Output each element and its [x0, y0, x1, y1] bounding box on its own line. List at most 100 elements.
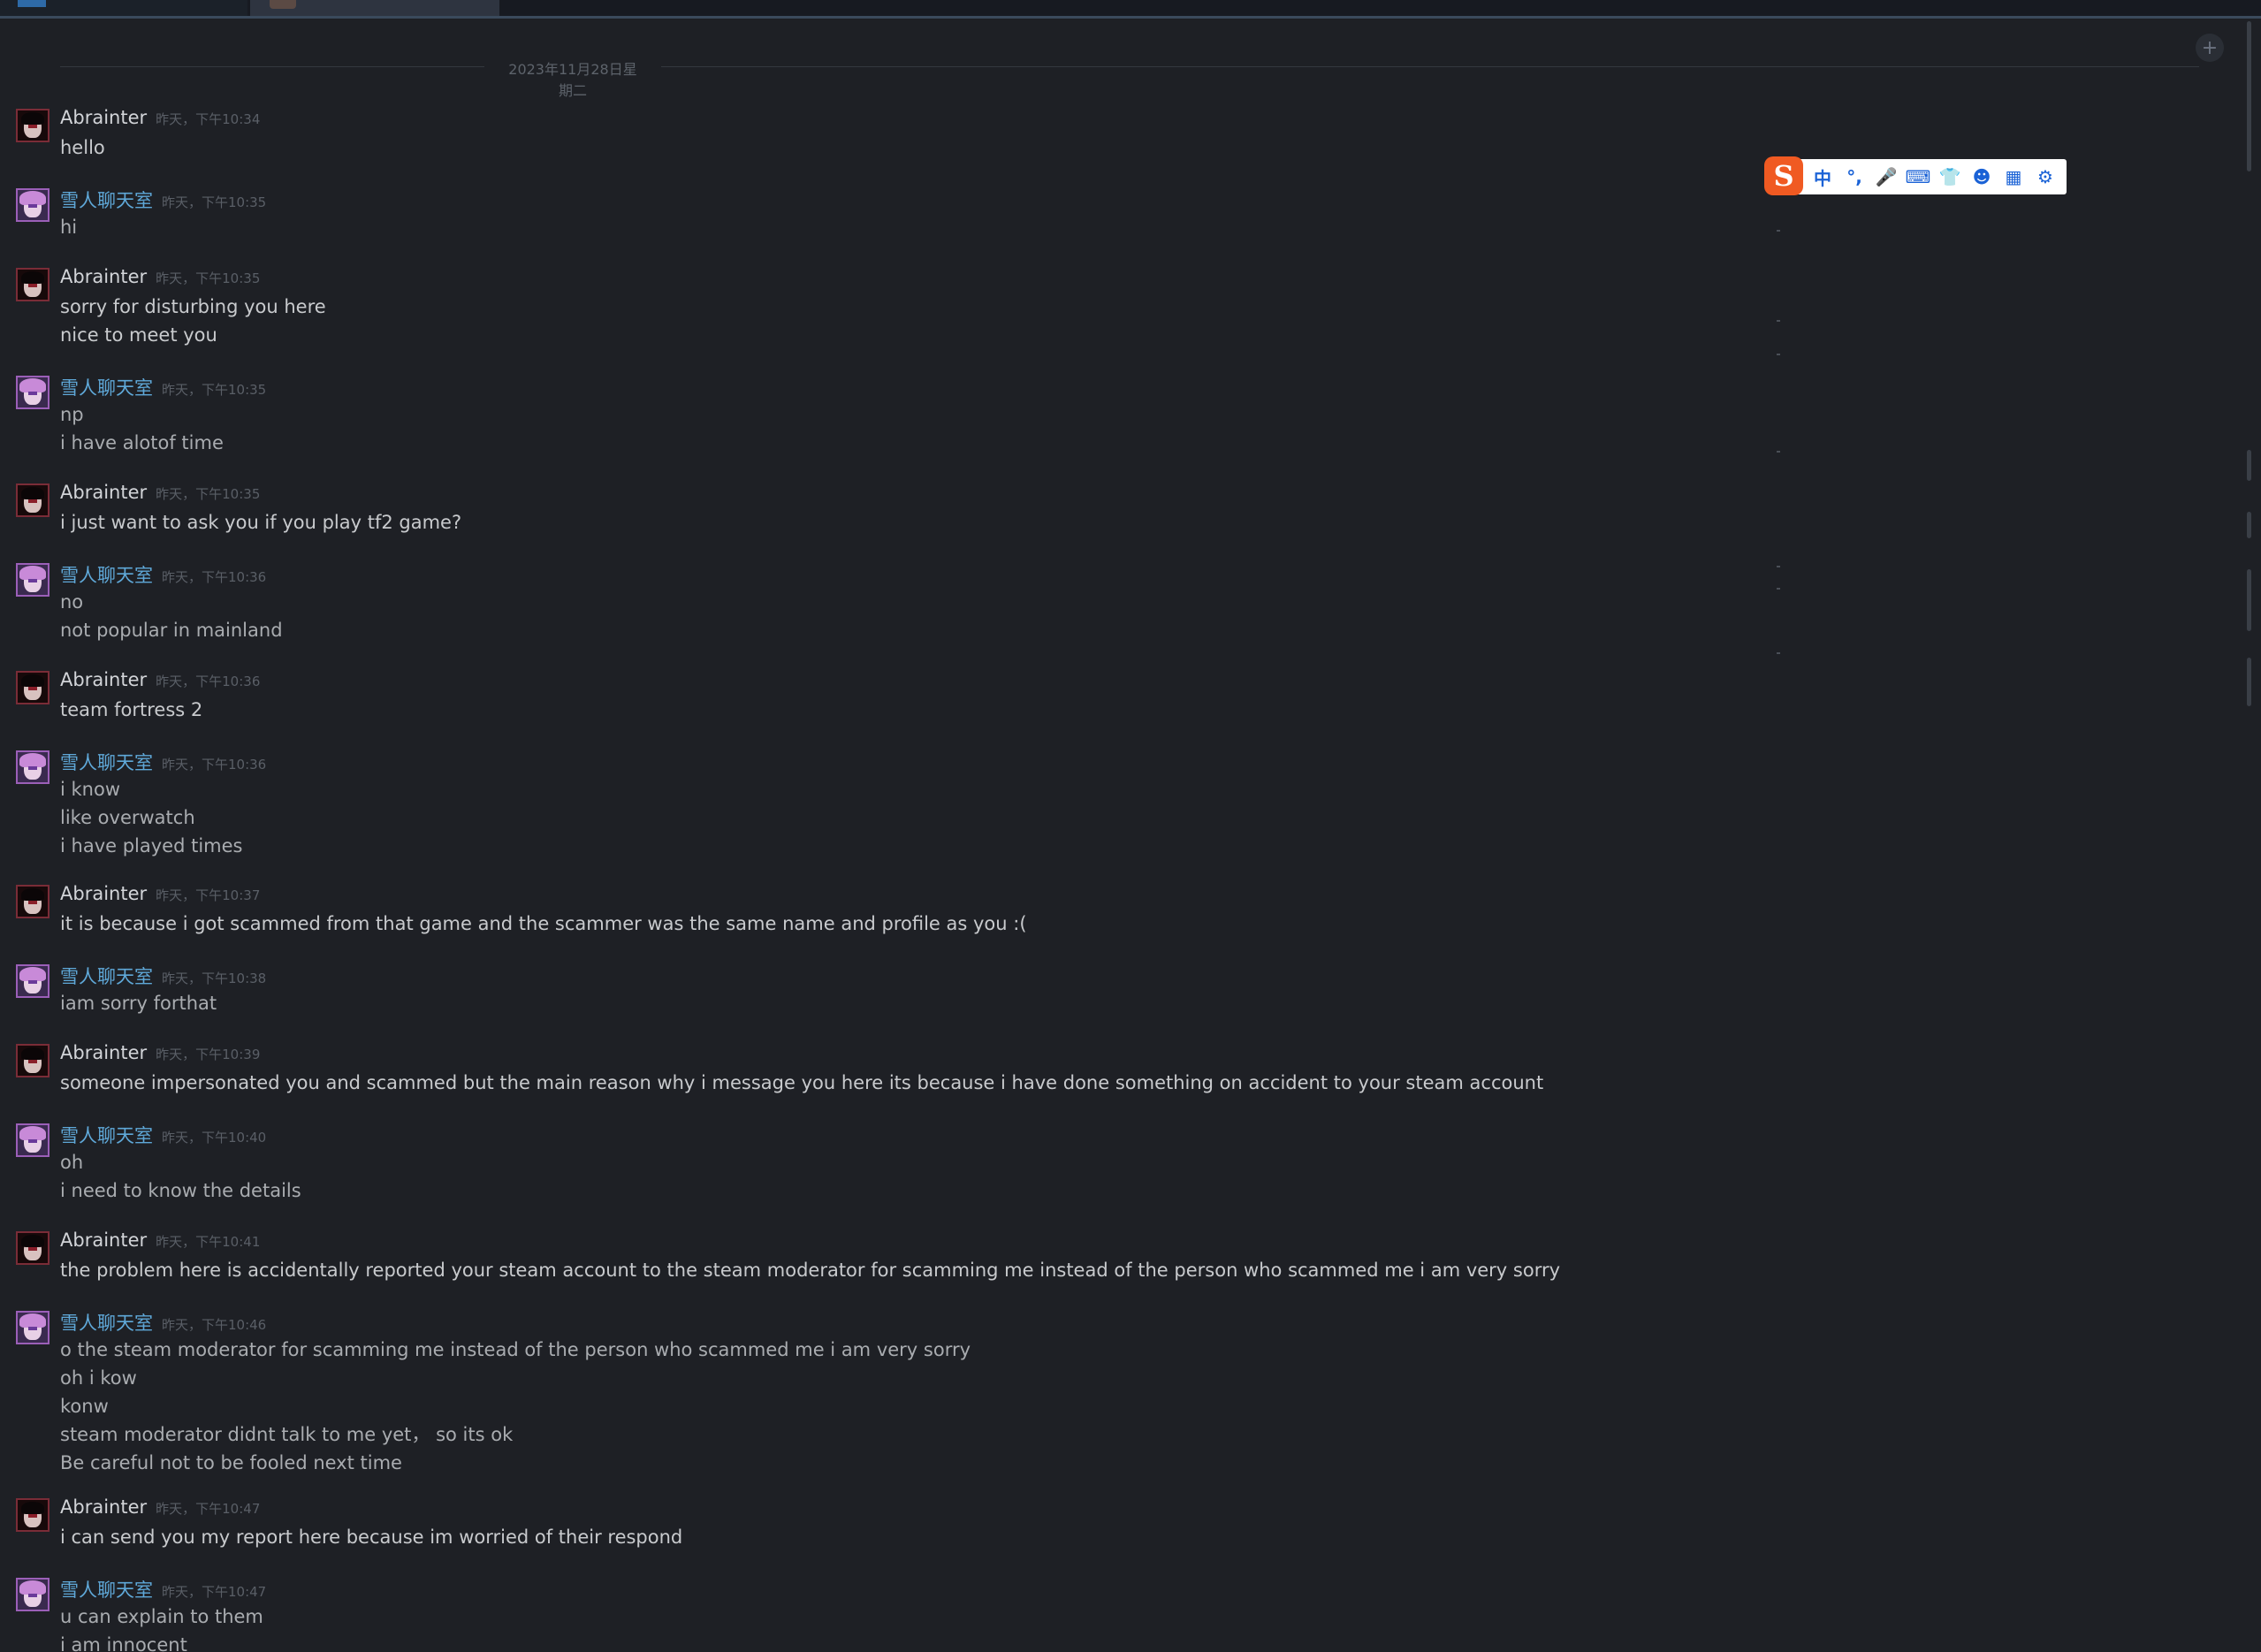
message-body: np i have alotof time	[60, 400, 224, 457]
keyboard-icon[interactable]: ⌨	[1902, 161, 1934, 193]
avatar-eye	[28, 1594, 37, 1597]
avatar-eye	[28, 284, 37, 287]
avatar[interactable]	[16, 483, 49, 517]
message-header: 雪人聊天室 昨天，下午10:36	[60, 749, 266, 775]
chinese-mode-button[interactable]: 中	[1807, 161, 1838, 193]
message-timestamp: 昨天，下午10:36	[156, 674, 261, 689]
chat-scrollbar[interactable]	[2247, 21, 2254, 1652]
settings-icon[interactable]: ⚙	[2029, 161, 2061, 193]
avatar[interactable]	[16, 1044, 49, 1077]
message-body: hello	[60, 133, 105, 162]
avatar[interactable]	[16, 964, 49, 998]
message-line: i need to know the details	[60, 1180, 301, 1201]
sender-name[interactable]: Abrainter	[60, 266, 147, 287]
sender-name[interactable]: 雪人聊天室	[60, 966, 153, 987]
tab-avatar-icon	[270, 0, 296, 9]
message-line: it is because i got scammed from that ga…	[60, 913, 1027, 934]
sender-name[interactable]: Abrainter	[60, 107, 147, 128]
message-timestamp: 昨天，下午10:37	[156, 887, 261, 903]
sender-name[interactable]: 雪人聊天室	[60, 752, 153, 773]
avatar[interactable]	[16, 376, 49, 409]
message-timestamp: 昨天，下午10:35	[162, 382, 267, 398]
sogou-logo-icon[interactable]: S	[1764, 156, 1803, 195]
avatar-eye	[28, 1247, 37, 1251]
message-header: Abrainter 昨天，下午10:39	[60, 1042, 260, 1069]
sender-name[interactable]: 雪人聊天室	[60, 190, 153, 211]
avatar[interactable]	[16, 671, 49, 704]
scrollbar-marker	[2247, 512, 2251, 538]
message-header: Abrainter 昨天，下午10:41	[60, 1229, 260, 1256]
avatar[interactable]	[16, 885, 49, 918]
avatar-eye	[28, 980, 37, 984]
message-line: konw	[60, 1396, 109, 1417]
avatar-eye	[28, 1139, 37, 1143]
message-line: np	[60, 404, 84, 425]
avatar-eye	[28, 579, 37, 582]
message-line: i just want to ask you if you play tf2 g…	[60, 512, 462, 533]
message-header: 雪人聊天室 昨天，下午10:35	[60, 187, 266, 213]
ime-dot	[1777, 451, 1780, 453]
avatar[interactable]	[16, 563, 49, 597]
skin-icon[interactable]: 👕	[1934, 161, 1966, 193]
avatar-hair	[19, 753, 46, 767]
message-body: someone impersonated you and scammed but…	[60, 1069, 1543, 1097]
message-body: no not popular in mainland	[60, 588, 283, 644]
message-body: o the steam moderator for scamming me in…	[60, 1336, 971, 1477]
avatar-hair	[19, 967, 46, 981]
punctuation-button[interactable]: °,	[1838, 161, 1870, 193]
scrollbar-thumb[interactable]	[2247, 21, 2251, 171]
avatar-eye	[28, 125, 37, 128]
microphone-icon[interactable]: 🎤	[1870, 161, 1902, 193]
message-timestamp: 昨天，下午10:36	[162, 569, 267, 585]
message-line: not popular in mainland	[60, 620, 283, 641]
message-body: i know like overwatch i have played times	[60, 775, 242, 860]
avatar[interactable]	[16, 1123, 49, 1157]
message-header: Abrainter 昨天，下午10:35	[60, 266, 260, 293]
message-timestamp: 昨天，下午10:39	[156, 1047, 261, 1062]
chat-tab-2-active[interactable]	[250, 0, 499, 16]
avatar[interactable]	[16, 1578, 49, 1611]
message-header: 雪人聊天室 昨天，下午10:35	[60, 374, 266, 400]
robot-icon[interactable]: ☻	[1966, 161, 1998, 193]
sender-name[interactable]: 雪人聊天室	[60, 1125, 153, 1146]
message-body: i can send you my report here because im…	[60, 1523, 682, 1551]
apps-icon[interactable]: ▦	[1998, 161, 2029, 193]
avatar-eye	[28, 687, 37, 690]
avatar[interactable]	[16, 1231, 49, 1265]
avatar-eye	[28, 1514, 37, 1518]
sender-name[interactable]: Abrainter	[60, 1042, 147, 1063]
sender-name[interactable]: Abrainter	[60, 482, 147, 503]
sender-name[interactable]: Abrainter	[60, 1496, 147, 1518]
message-line: o the steam moderator for scamming me in…	[60, 1339, 971, 1360]
avatar[interactable]	[16, 750, 49, 784]
avatar-hair	[21, 271, 44, 284]
chat-log[interactable]: 2023年11月28日星期二 Abrainter 昨天，下午10:34 hello 雪…	[0, 19, 2236, 1652]
avatar-eye	[28, 901, 37, 904]
message-line: i have played times	[60, 835, 243, 856]
scrollbar-marker	[2247, 569, 2251, 631]
chat-tab-1[interactable]	[0, 0, 247, 16]
message-line: u can explain to them	[60, 1606, 263, 1627]
avatar[interactable]	[16, 109, 49, 142]
message-timestamp: 昨天，下午10:46	[162, 1317, 267, 1333]
sender-name[interactable]: 雪人聊天室	[60, 1580, 153, 1601]
message-line: the problem here is accidentally reporte…	[60, 1260, 1561, 1281]
avatar[interactable]	[16, 188, 49, 222]
avatar-hair	[21, 1502, 44, 1514]
message-line: oh i kow	[60, 1367, 137, 1389]
message-body: it is because i got scammed from that ga…	[60, 910, 1027, 938]
add-friend-icon[interactable]: +	[2196, 34, 2224, 62]
sender-name[interactable]: Abrainter	[60, 1229, 147, 1251]
sender-name[interactable]: 雪人聊天室	[60, 1313, 153, 1334]
divider-line-left	[60, 66, 484, 67]
sender-name[interactable]: Abrainter	[60, 883, 147, 904]
avatar[interactable]	[16, 1311, 49, 1344]
avatar[interactable]	[16, 268, 49, 301]
sender-name[interactable]: 雪人聊天室	[60, 565, 153, 586]
avatar[interactable]	[16, 1498, 49, 1532]
message-timestamp: 昨天，下午10:36	[162, 757, 267, 773]
message-timestamp: 昨天，下午10:35	[156, 486, 261, 502]
message-header: 雪人聊天室 昨天，下午10:38	[60, 963, 266, 989]
sender-name[interactable]: Abrainter	[60, 669, 147, 690]
sender-name[interactable]: 雪人聊天室	[60, 377, 153, 399]
